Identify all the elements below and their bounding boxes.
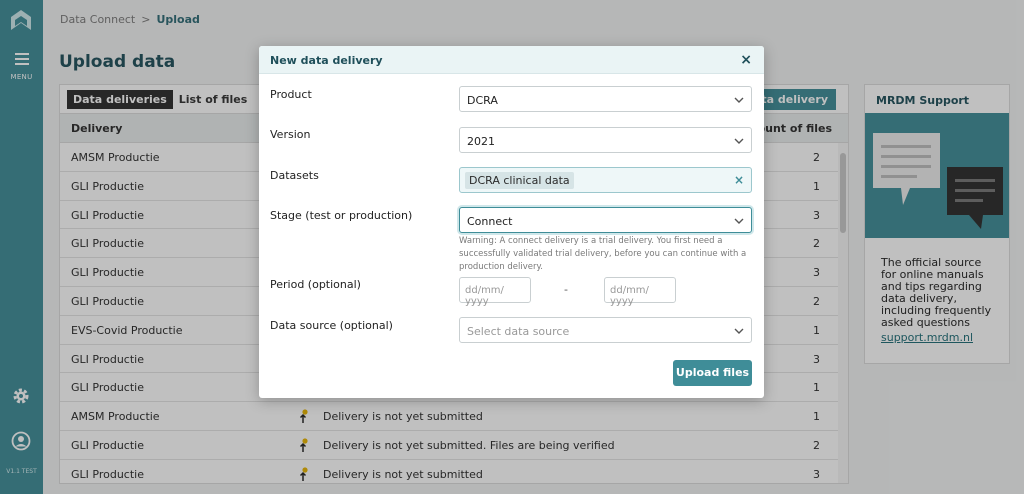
version-label: Version [270, 128, 311, 141]
period-from-placeholder: dd/mm/ yyyy [465, 285, 504, 307]
dataset-tag[interactable]: DCRA clinical data [465, 172, 574, 189]
chevron-down-icon [734, 328, 744, 334]
product-value: DCRA [467, 94, 498, 107]
close-icon[interactable]: × [740, 52, 752, 68]
datasets-multiselect[interactable]: DCRA clinical data × [459, 167, 752, 193]
dialog-header: New data delivery × [259, 46, 764, 74]
period-label: Period (optional) [270, 278, 361, 291]
chevron-down-icon [734, 138, 744, 144]
chevron-down-icon [734, 218, 744, 224]
stage-warning: Warning: A connect delivery is a trial d… [459, 236, 747, 272]
stage-label: Stage (test or production) [270, 209, 413, 222]
product-select[interactable]: DCRA [459, 86, 752, 112]
chevron-down-icon [734, 97, 744, 103]
product-label: Product [270, 88, 312, 101]
upload-files-button[interactable]: Upload files [673, 360, 752, 386]
version-value: 2021 [467, 135, 495, 148]
period-separator: - [564, 283, 568, 296]
new-data-delivery-dialog: New data delivery × Product DCRA Version… [259, 46, 764, 398]
period-from-input[interactable]: dd/mm/ yyyy [459, 277, 531, 307]
dialog-title: New data delivery [270, 54, 383, 67]
data-source-label: Data source (optional) [270, 319, 393, 332]
clear-icon[interactable]: × [734, 173, 744, 187]
period-to-input[interactable]: dd/mm/ yyyy [604, 277, 676, 307]
period-to-placeholder: dd/mm/ yyyy [610, 285, 649, 307]
data-source-select[interactable]: Select data source [459, 317, 752, 343]
stage-value: Connect [467, 215, 513, 228]
datasets-label: Datasets [270, 169, 319, 182]
version-select[interactable]: 2021 [459, 127, 752, 153]
data-source-placeholder: Select data source [467, 325, 570, 338]
stage-select[interactable]: Connect [459, 207, 752, 233]
